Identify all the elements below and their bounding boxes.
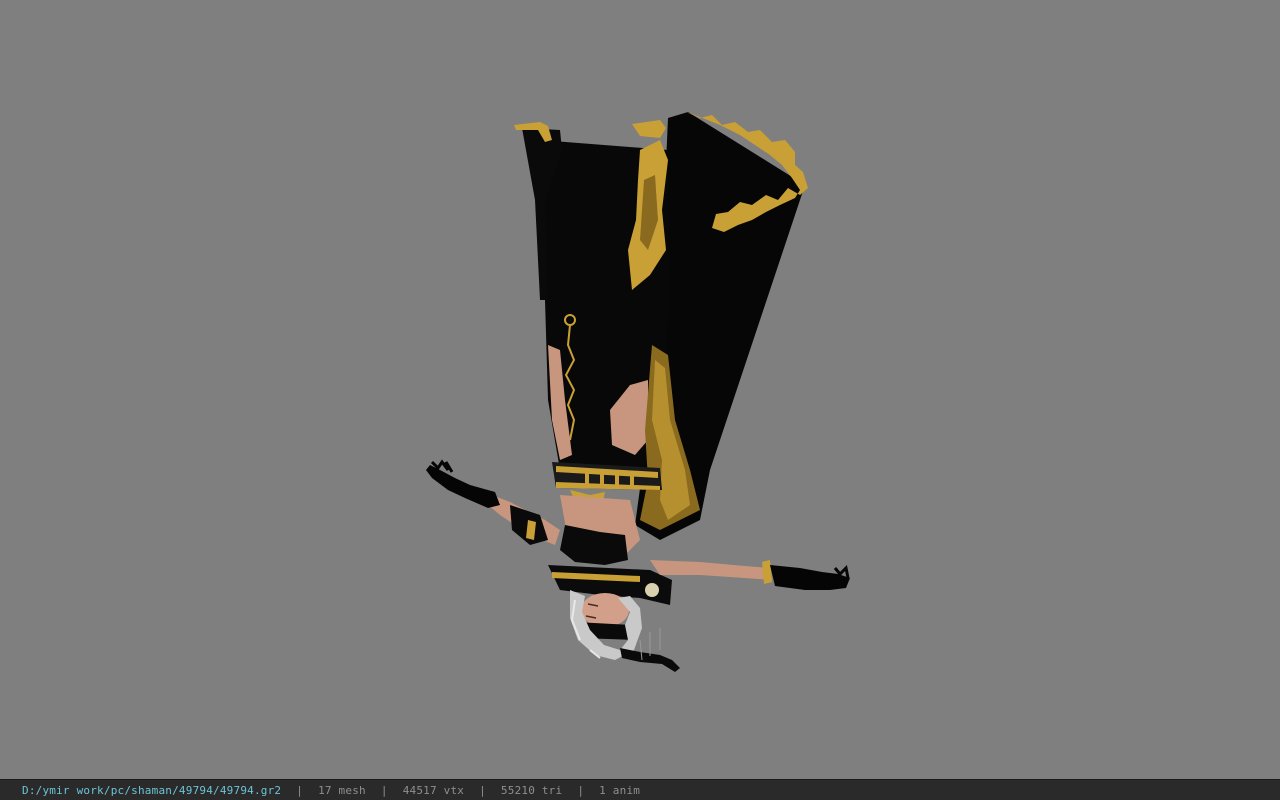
right-glove: [770, 565, 850, 590]
separator: |: [577, 783, 585, 797]
3d-viewport[interactable]: [0, 0, 1280, 779]
mesh-count: 17 mesh: [318, 783, 366, 797]
separator: |: [380, 783, 388, 797]
triangle-count: 55210 tri: [500, 783, 563, 797]
file-path: D:/ymir work/pc/shaman/49794/49794.gr2: [22, 783, 282, 797]
left-glove: [426, 465, 500, 508]
character-model-render[interactable]: [0, 0, 1280, 779]
separator: |: [296, 783, 304, 797]
status-bar: D:/ymir work/pc/shaman/49794/49794.gr2 |…: [0, 779, 1280, 800]
anim-count: 1 anim: [599, 783, 641, 797]
separator: |: [479, 783, 486, 797]
gold-cuff-middle: [632, 120, 666, 138]
vertex-count: 44517 vtx: [402, 783, 465, 797]
right-arm: [650, 560, 772, 580]
